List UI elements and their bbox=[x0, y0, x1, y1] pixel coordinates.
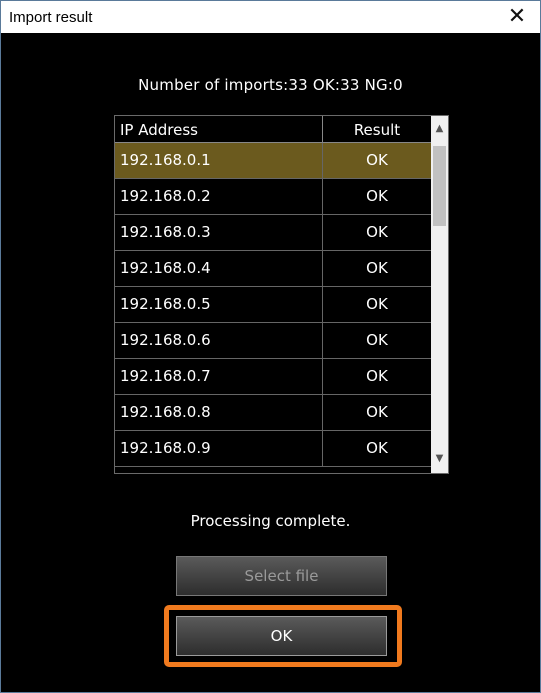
ok-button[interactable]: OK bbox=[176, 616, 387, 656]
ip-address-cell: 192.168.0.7 bbox=[120, 367, 211, 385]
scroll-up-icon[interactable]: ▲ bbox=[431, 120, 448, 137]
table-header: IP Address Result bbox=[115, 116, 431, 143]
ip-address-cell: 192.168.0.4 bbox=[120, 259, 211, 277]
vertical-scrollbar[interactable]: ▲ ▼ bbox=[431, 116, 448, 473]
ip-address-cell: 192.168.0.5 bbox=[120, 295, 211, 313]
column-header-ip-address[interactable]: IP Address bbox=[120, 121, 198, 139]
result-cell: OK bbox=[366, 403, 388, 421]
results-table[interactable]: IP Address Result 192.168.0.1 OK 192.168.0… bbox=[114, 115, 449, 474]
result-cell: OK bbox=[366, 295, 388, 313]
result-cell: OK bbox=[366, 223, 388, 241]
import-result-dialog: Import result ✕ Number of imports:33 OK:… bbox=[0, 0, 541, 693]
ip-address-cell: 192.168.0.8 bbox=[120, 403, 211, 421]
close-icon[interactable]: ✕ bbox=[494, 1, 540, 33]
ip-address-cell: 192.168.0.9 bbox=[120, 439, 211, 457]
table-row[interactable]: 192.168.0.1 OK bbox=[115, 143, 431, 179]
table-row[interactable]: 192.168.0.6 OK bbox=[115, 323, 431, 359]
table-body: 192.168.0.1 OK 192.168.0.2 OK 192.168.0.3 OK 1… bbox=[115, 143, 431, 473]
ip-address-cell: 192.168.0.3 bbox=[120, 223, 211, 241]
table-row[interactable]: 192.168.0.9 OK bbox=[115, 431, 431, 467]
import-summary: Number of imports:33 OK:33 NG:0 bbox=[138, 76, 403, 94]
column-header-result[interactable]: Result bbox=[323, 121, 431, 139]
scrollbar-thumb[interactable] bbox=[433, 146, 446, 226]
table-row[interactable]: 192.168.0.4 OK bbox=[115, 251, 431, 287]
result-cell: OK bbox=[366, 151, 388, 169]
result-cell: OK bbox=[366, 187, 388, 205]
ip-address-cell: 192.168.0.2 bbox=[120, 187, 211, 205]
dialog-title: Import result bbox=[9, 9, 93, 26]
table-row[interactable]: 192.168.0.8 OK bbox=[115, 395, 431, 431]
result-cell: OK bbox=[366, 259, 388, 277]
result-cell: OK bbox=[366, 439, 388, 457]
title-bar: Import result ✕ bbox=[1, 1, 540, 33]
table-row[interactable]: 192.168.0.2 OK bbox=[115, 179, 431, 215]
table-row[interactable]: 192.168.0.5 OK bbox=[115, 287, 431, 323]
scroll-down-icon[interactable]: ▼ bbox=[431, 450, 448, 467]
result-cell: OK bbox=[366, 331, 388, 349]
table-row[interactable]: 192.168.0.7 OK bbox=[115, 359, 431, 395]
table-row[interactable]: 192.168.0.3 OK bbox=[115, 215, 431, 251]
select-file-button[interactable]: Select file bbox=[176, 556, 387, 596]
processing-status: Processing complete. bbox=[190, 512, 351, 530]
ip-address-cell: 192.168.0.6 bbox=[120, 331, 211, 349]
ip-address-cell: 192.168.0.1 bbox=[120, 151, 211, 169]
result-cell: OK bbox=[366, 367, 388, 385]
